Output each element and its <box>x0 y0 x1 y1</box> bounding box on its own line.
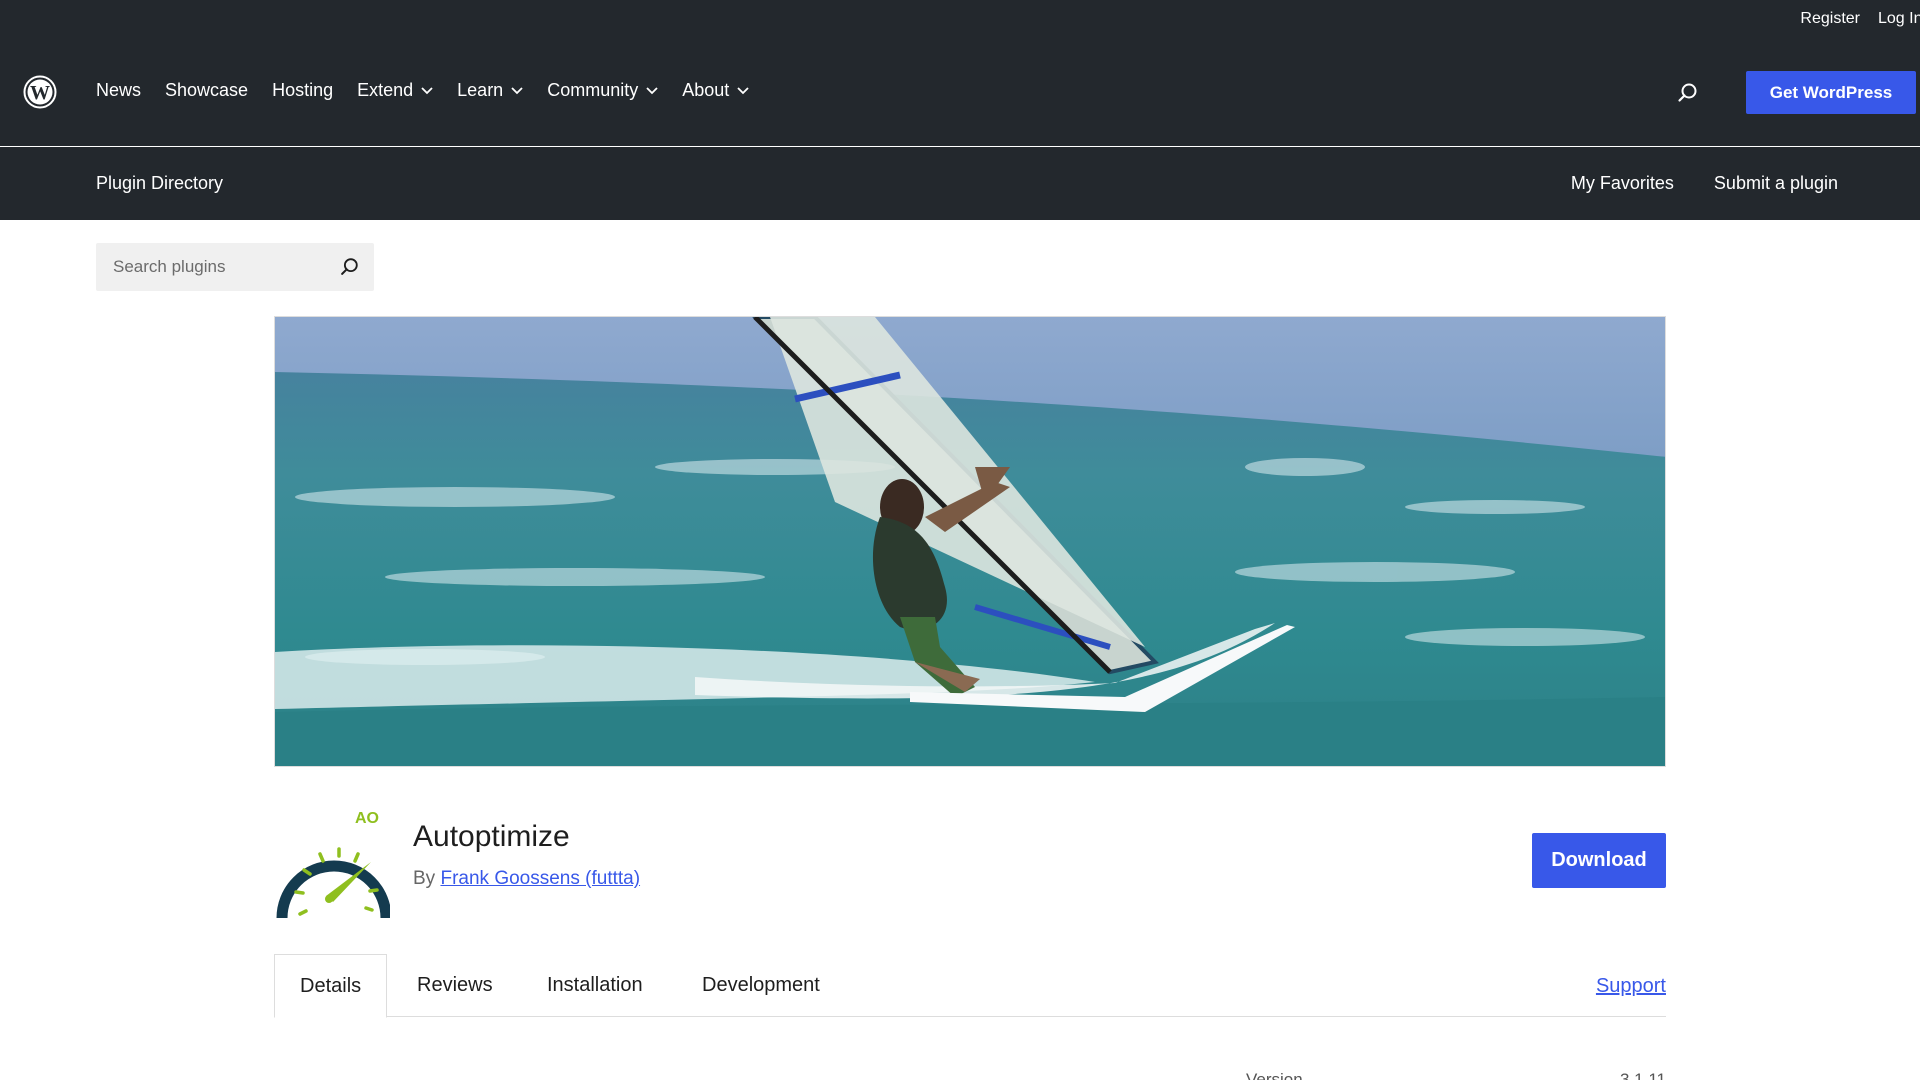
tab-reviews[interactable]: Reviews <box>392 954 518 1017</box>
plugin-icon-text: AO <box>355 810 379 827</box>
register-link[interactable]: Register <box>1800 10 1860 28</box>
svg-text:W: W <box>30 82 50 104</box>
nav-item-extend[interactable]: Extend <box>357 80 433 101</box>
nav-label: About <box>682 80 730 100</box>
author-link[interactable]: Frank Goossens (futtta) <box>440 868 640 889</box>
by-label: By <box>413 868 436 889</box>
plugin-directory-link[interactable]: Plugin Directory <box>96 173 223 194</box>
nav-label: Hosting <box>272 80 334 100</box>
tab-details[interactable]: Details <box>274 954 388 1018</box>
main-nav: News Showcase Hosting Extend Learn Commu… <box>96 80 773 101</box>
search-icon[interactable] <box>338 256 360 278</box>
tab-label: Installation <box>547 974 643 996</box>
login-link[interactable]: Log In <box>1878 10 1920 28</box>
account-links: Register Log In <box>1800 10 1920 28</box>
nav-item-learn[interactable]: Learn <box>457 80 523 101</box>
chevron-down-icon <box>737 86 749 94</box>
nav-label: News <box>96 80 142 100</box>
nav-label: Community <box>547 80 639 100</box>
local-nav-links: My Favorites Submit a plugin <box>1571 173 1838 194</box>
nav-label: Showcase <box>165 80 249 100</box>
plugin-tabs: Details Reviews Installation Development… <box>274 954 1666 1018</box>
chevron-down-icon <box>646 86 658 94</box>
support-link[interactable]: Support <box>1596 975 1666 998</box>
download-button[interactable]: Download <box>1532 833 1666 888</box>
tab-development[interactable]: Development <box>677 954 845 1017</box>
version-value: 3.1.11 <box>1619 1070 1666 1080</box>
search-icon[interactable] <box>1676 81 1700 105</box>
nav-item-about[interactable]: About <box>682 80 749 101</box>
nav-item-community[interactable]: Community <box>547 80 658 101</box>
my-favorites-link[interactable]: My Favorites <box>1571 173 1674 194</box>
version-label: Version <box>1246 1070 1303 1080</box>
get-wordpress-button[interactable]: Get WordPress <box>1746 71 1916 114</box>
chevron-down-icon <box>511 86 523 94</box>
wordpress-logo-icon[interactable]: W <box>23 75 57 109</box>
tab-label: Reviews <box>417 974 493 996</box>
plugin-search-form <box>96 243 374 291</box>
nav-item-hosting[interactable]: Hosting <box>272 80 333 101</box>
plugin-directory-nav: Plugin Directory My Favorites Submit a p… <box>0 147 1920 220</box>
global-header: Register Log In W News Showcase Hosting … <box>0 0 1920 146</box>
submit-plugin-link[interactable]: Submit a plugin <box>1714 173 1838 194</box>
windsurfer-banner-illustration <box>275 317 1665 766</box>
nav-label: Learn <box>457 80 504 100</box>
nav-item-showcase[interactable]: Showcase <box>165 80 248 101</box>
version-meta: Version 3.1.11 <box>1246 1070 1666 1080</box>
plugin-banner-image <box>274 316 1666 767</box>
tab-installation[interactable]: Installation <box>522 954 668 1017</box>
nav-item-news[interactable]: News <box>96 80 141 101</box>
nav-label: Extend <box>357 80 414 100</box>
plugin-author: By Frank Goossens (futtta) <box>413 868 640 890</box>
chevron-down-icon <box>421 86 433 94</box>
tab-label: Details <box>300 974 362 997</box>
plugin-title: Autoptimize <box>413 820 570 853</box>
tab-label: Development <box>702 974 820 996</box>
search-input[interactable] <box>96 243 326 291</box>
